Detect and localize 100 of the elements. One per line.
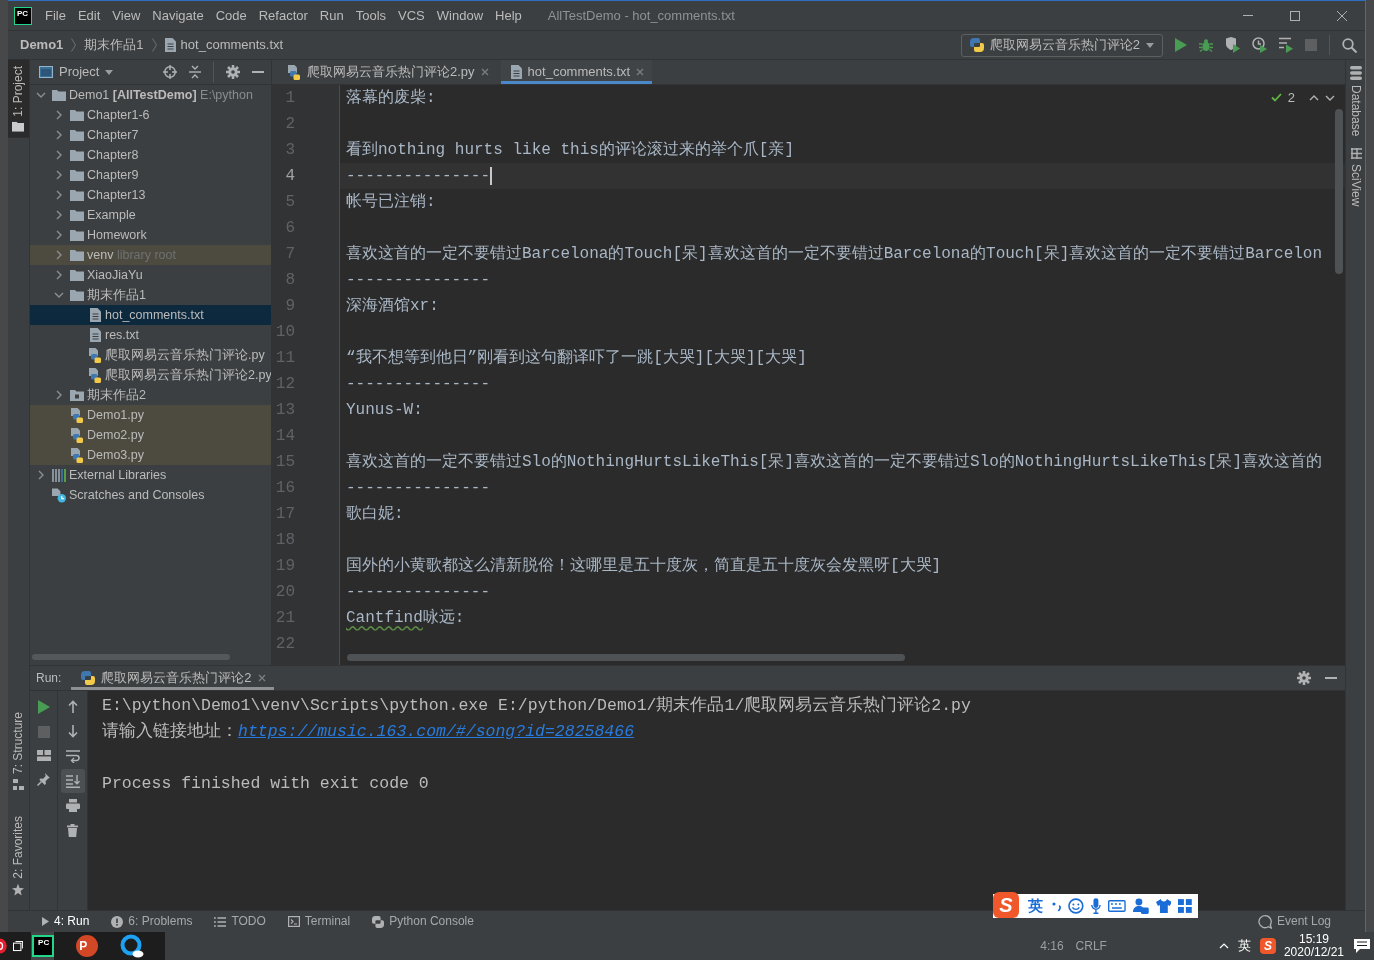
- view-selector[interactable]: Project: [39, 64, 114, 80]
- tree-item[interactable]: Demo3.py: [30, 445, 271, 465]
- scrollbar-thumb[interactable]: [347, 654, 905, 661]
- close-icon[interactable]: [480, 68, 489, 76]
- tool-window-tab[interactable]: Database: [1345, 60, 1367, 143]
- layout-icon[interactable]: [36, 750, 51, 761]
- shield-play-icon[interactable]: [1225, 37, 1240, 53]
- tool-window-tab[interactable]: SciView: [1345, 142, 1367, 213]
- settings-icon[interactable]: [1297, 671, 1311, 685]
- tree-item[interactable]: 爬取网易云音乐热门评论2.py: [30, 365, 271, 385]
- tree-item[interactable]: Chapter7: [30, 125, 271, 145]
- status-item[interactable]: CRLF: [1075, 938, 1107, 954]
- chevron-down-icon[interactable]: [54, 292, 64, 298]
- microphone-icon[interactable]: [1091, 898, 1102, 914]
- breadcrumb[interactable]: Demo1: [20, 37, 64, 53]
- menu-item[interactable]: VCS: [392, 1, 431, 30]
- tree-item[interactable]: 期末作品2: [30, 385, 271, 405]
- chevron-right-icon[interactable]: [56, 390, 62, 400]
- ime-logo[interactable]: S: [1259, 938, 1276, 954]
- task-view-icon[interactable]: [12, 940, 23, 952]
- arrow-up-icon[interactable]: [67, 700, 78, 713]
- close-icon[interactable]: [636, 68, 645, 76]
- tree-item[interactable]: Demo1.py: [30, 405, 271, 425]
- tree-item[interactable]: Homework: [30, 225, 271, 245]
- breadcrumb[interactable]: hot_comments.txt: [164, 37, 284, 53]
- settings-icon[interactable]: [226, 65, 240, 79]
- inspection-count[interactable]: 2: [1287, 90, 1295, 106]
- menu-item[interactable]: Navigate: [146, 1, 210, 30]
- tool-window-button[interactable]: 6: Problems: [105, 911, 199, 932]
- menu-item[interactable]: Code: [209, 1, 253, 30]
- console-link[interactable]: https://music.163.com/#/song?id=28258466: [238, 722, 635, 741]
- tree-item[interactable]: Demo2.py: [30, 425, 271, 445]
- minimize-icon[interactable]: [1242, 15, 1253, 16]
- printer-icon[interactable]: [65, 799, 80, 812]
- menu-item[interactable]: Tools: [349, 1, 393, 30]
- event-log-button[interactable]: Event Log: [1251, 911, 1337, 932]
- crosshair-icon[interactable]: [163, 65, 177, 79]
- breadcrumb[interactable]: 期末作品1: [84, 37, 144, 53]
- chevron-right-icon[interactable]: [56, 190, 62, 200]
- chevron-right-icon[interactable]: [38, 470, 44, 480]
- soft-wrap-icon[interactable]: [65, 750, 80, 763]
- editor-tab[interactable]: hot_comments.txt: [500, 60, 653, 84]
- tool-window-button[interactable]: TODO: [208, 911, 272, 932]
- chevron-right-icon[interactable]: [56, 150, 62, 160]
- taskbar-button[interactable]: PC: [30, 932, 55, 960]
- trash-icon[interactable]: [67, 824, 78, 837]
- tree-item[interactable]: XiaoJiaYu: [30, 265, 271, 285]
- pin-icon[interactable]: [37, 773, 50, 786]
- ime-mode-button[interactable]: 英: [1025, 897, 1045, 915]
- punctuation-icon[interactable]: [1051, 900, 1062, 912]
- tree-item[interactable]: Example: [30, 205, 271, 225]
- search-icon[interactable]: [1342, 37, 1357, 53]
- menu-item[interactable]: Edit: [71, 1, 107, 30]
- chevron-right-icon[interactable]: [56, 110, 62, 120]
- tree-item[interactable]: res.txt: [30, 325, 271, 345]
- run-config-dropdown[interactable]: 爬取网易云音乐热门评论2: [960, 33, 1163, 57]
- input-mode-button[interactable]: 英: [1237, 938, 1251, 954]
- shirt-icon[interactable]: [1155, 899, 1172, 913]
- grid-icon[interactable]: [1178, 899, 1193, 913]
- status-item[interactable]: 4:16: [1040, 938, 1064, 954]
- chevron-right-icon[interactable]: [56, 130, 62, 140]
- app-icon[interactable]: [0, 937, 7, 955]
- scrollbar-thumb[interactable]: [32, 654, 230, 660]
- close-icon[interactable]: [257, 674, 266, 682]
- chevron-right-icon[interactable]: [56, 230, 62, 240]
- chevron-down-icon[interactable]: [36, 92, 46, 98]
- lines-play-icon[interactable]: [1279, 37, 1293, 53]
- tree-item[interactable]: 爬取网易云音乐热门评论.py: [30, 345, 271, 365]
- chevron-right-icon[interactable]: [56, 250, 62, 260]
- arrow-down-icon[interactable]: [67, 725, 78, 738]
- tool-window-button[interactable]: Python Console: [366, 911, 480, 932]
- menu-item[interactable]: View: [106, 1, 147, 30]
- tool-window-tab[interactable]: 2: Favorites: [8, 810, 29, 902]
- check-icon[interactable]: [1270, 93, 1282, 103]
- tree-item[interactable]: hot_comments.txt: [30, 305, 271, 325]
- scrollbar-thumb[interactable]: [1335, 109, 1343, 274]
- tree-item[interactable]: 期末作品1: [30, 285, 271, 305]
- editor-tab[interactable]: 爬取网易云音乐热门评论2.py: [277, 60, 497, 84]
- chevron-right-icon[interactable]: [56, 170, 62, 180]
- tree-item[interactable]: Chapter13: [30, 185, 271, 205]
- menu-item[interactable]: Window: [430, 1, 490, 30]
- tool-window-tab[interactable]: 7: Structure: [8, 706, 29, 797]
- chevron-right-icon[interactable]: [56, 210, 62, 220]
- clock-play-icon[interactable]: [1252, 37, 1267, 53]
- tree-item[interactable]: Demo1 [AllTestDemo] E:\python: [30, 85, 271, 105]
- menu-item[interactable]: File: [39, 1, 72, 30]
- chevron-right-icon[interactable]: [56, 270, 62, 280]
- tool-window-button[interactable]: 4: Run: [36, 911, 96, 932]
- keyboard-icon[interactable]: [1108, 900, 1126, 912]
- scroll-to-end-button[interactable]: [60, 769, 85, 793]
- chevron-up-icon[interactable]: [1309, 94, 1319, 101]
- notification-icon[interactable]: [1354, 939, 1370, 953]
- tree-item[interactable]: Chapter1-6: [30, 105, 271, 125]
- maximize-icon[interactable]: [1289, 10, 1300, 21]
- tool-window-button[interactable]: Terminal: [281, 911, 357, 932]
- bug-icon[interactable]: [1199, 38, 1213, 52]
- menu-item[interactable]: Refactor: [252, 1, 314, 30]
- smiley-icon[interactable]: [1068, 898, 1085, 914]
- tree-item[interactable]: External Libraries: [30, 465, 271, 485]
- menu-item[interactable]: Run: [313, 1, 350, 30]
